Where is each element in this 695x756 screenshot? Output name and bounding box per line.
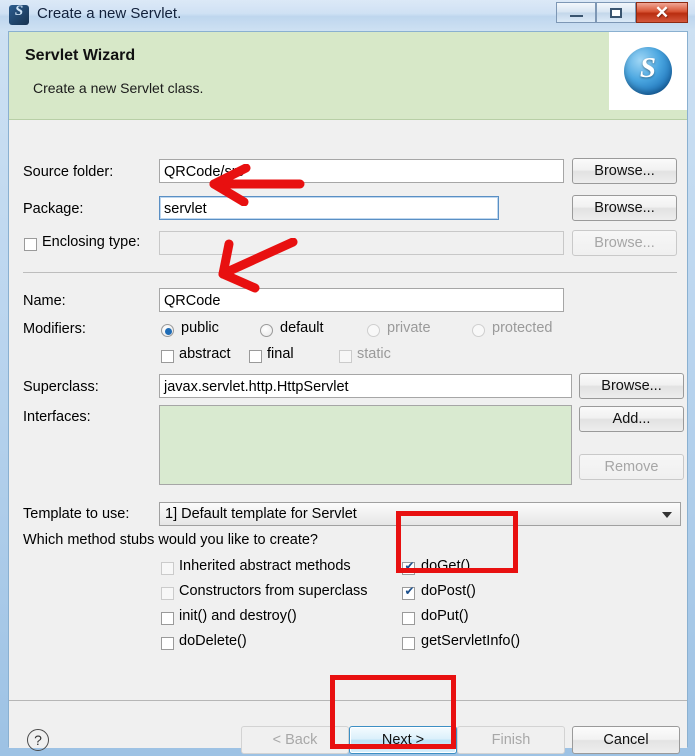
superclass-browse-button[interactable]: Browse... (579, 373, 684, 399)
annotation-rect-next (330, 675, 456, 749)
wizard-content: Source folder: QRCode/src Browse... Pack… (9, 121, 687, 691)
chevron-down-icon (662, 512, 672, 518)
superclass-input[interactable]: javax.servlet.http.HttpServlet (159, 374, 572, 398)
modifier-label-abstract: abstract (179, 346, 231, 362)
modifiers-label: Modifiers: (23, 321, 86, 337)
servlet-app-icon-glyph: S (14, 3, 24, 19)
stub-label-dodelete: doDelete() (179, 633, 247, 649)
interfaces-list[interactable] (159, 405, 572, 485)
name-label: Name: (23, 293, 66, 309)
modifier-label-static: static (357, 346, 391, 362)
wizard-title: Servlet Wizard (25, 47, 136, 64)
stub-checkbox-dodelete[interactable] (161, 637, 174, 650)
superclass-label: Superclass: (23, 379, 99, 395)
servlet-logo-icon: S (624, 47, 672, 95)
modifier-label-protected: protected (492, 320, 553, 336)
window-title: Create a new Servlet. (37, 5, 182, 22)
maximize-button[interactable] (596, 2, 636, 23)
interfaces-remove-button: Remove (579, 454, 684, 480)
servlet-logo-glyph: S (639, 52, 657, 84)
annotation-rect-stubs (396, 511, 518, 573)
modifier-radio-public[interactable] (161, 324, 174, 337)
wizard-header: Servlet Wizard Create a new Servlet clas… (9, 32, 687, 120)
stub-label-dopost: doPost() (421, 583, 476, 599)
source-folder-label: Source folder: (23, 164, 114, 180)
annotation-arrow-name (218, 238, 298, 293)
help-icon[interactable]: ? (27, 729, 49, 751)
interfaces-label: Interfaces: (23, 409, 91, 425)
close-button[interactable]: ✕ (636, 2, 688, 23)
package-browse-button[interactable]: Browse... (572, 195, 677, 221)
finish-button: Finish (457, 726, 565, 754)
stub-checkbox-getservletinfo[interactable] (402, 637, 415, 650)
close-icon: ✕ (654, 3, 670, 22)
stub-checkbox-doput[interactable] (402, 612, 415, 625)
wizard-subtitle: Create a new Servlet class. (33, 80, 204, 96)
minimize-icon (569, 15, 583, 17)
stub-label-constructors-from-superclass: Constructors from superclass (179, 583, 368, 599)
modifier-label-public: public (181, 320, 219, 336)
servlet-app-icon: S (9, 3, 29, 25)
interfaces-add-button[interactable]: Add... (579, 406, 684, 432)
modifier-radio-protected (472, 324, 485, 337)
template-label: Template to use: (23, 506, 130, 522)
stub-checkbox-dopost[interactable] (402, 584, 416, 600)
modifier-radio-default[interactable] (260, 324, 273, 337)
stub-checkbox-inherited-abstract-methods[interactable] (161, 562, 174, 575)
stub-checkbox-constructors-from-superclass[interactable] (161, 587, 174, 600)
minimize-button[interactable] (556, 2, 596, 23)
modifier-checkbox-final[interactable] (249, 350, 262, 363)
stub-label-init-and-destroy: init() and destroy() (179, 608, 297, 624)
modifier-radio-private (367, 324, 380, 337)
stub-label-getservletinfo: getServletInfo() (421, 633, 521, 649)
modifier-label-default: default (280, 320, 324, 336)
modifier-checkbox-static (339, 350, 352, 363)
maximize-icon (610, 7, 622, 18)
enclosing-type-checkbox[interactable] (24, 238, 37, 251)
title-bar: S Create a new Servlet. ✕ (0, 0, 695, 30)
package-label: Package: (23, 201, 84, 217)
stub-label-doput: doPut() (421, 608, 469, 624)
dialog-body: Servlet Wizard Create a new Servlet clas… (8, 31, 688, 754)
template-combo-value: 1] Default template for Servlet (165, 506, 357, 522)
stub-checkbox-init-and-destroy[interactable] (161, 612, 174, 625)
modifier-label-final: final (267, 346, 294, 362)
source-folder-browse-button[interactable]: Browse... (572, 158, 677, 184)
servlet-wizard-window: S Create a new Servlet. ✕ Servlet Wizard… (0, 0, 695, 756)
wizard-logo-panel: S (609, 32, 687, 110)
stub-label-inherited-abstract-methods: Inherited abstract methods (179, 558, 351, 574)
divider-top (23, 272, 677, 273)
modifier-label-private: private (387, 320, 431, 336)
annotation-arrow-package (209, 164, 305, 206)
method-stubs-question: Which method stubs would you like to cre… (23, 532, 318, 548)
enclosing-type-label: Enclosing type: (42, 234, 141, 250)
modifier-checkbox-abstract[interactable] (161, 350, 174, 363)
enclosing-type-browse-button: Browse... (572, 230, 677, 256)
cancel-button[interactable]: Cancel (572, 726, 680, 754)
